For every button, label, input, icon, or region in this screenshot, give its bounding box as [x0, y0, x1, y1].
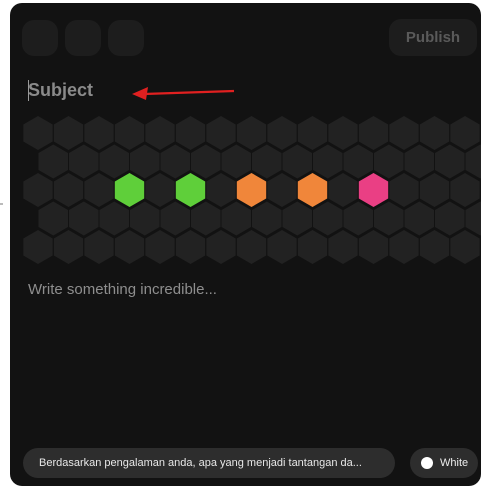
hex-cell[interactable]: [252, 201, 282, 236]
composer-panel: Publish Berdasarkan pengalaman anda, apa…: [10, 3, 481, 486]
hex-cell[interactable]: [450, 116, 480, 150]
hex-cell[interactable]: [69, 144, 99, 179]
hex-cell[interactable]: [267, 116, 297, 150]
hex-cell[interactable]: [450, 173, 480, 207]
hex-cell[interactable]: [267, 173, 297, 207]
hex-cell[interactable]: [23, 230, 53, 264]
hex-cell[interactable]: [145, 116, 175, 150]
hex-cell[interactable]: [38, 144, 69, 179]
hex-cell[interactable]: [343, 201, 374, 236]
hex-cell[interactable]: [374, 144, 404, 179]
hex-cell[interactable]: [435, 201, 465, 236]
hex-cell[interactable]: [313, 144, 343, 179]
hex-cell-highlight[interactable]: [236, 173, 267, 207]
hex-cell[interactable]: [419, 230, 450, 264]
hex-cell[interactable]: [328, 173, 358, 207]
theme-label: White: [440, 457, 469, 469]
hex-cell[interactable]: [84, 116, 114, 150]
hex-cell[interactable]: [53, 230, 84, 264]
hex-cell[interactable]: [236, 116, 267, 150]
hex-cell[interactable]: [236, 230, 267, 264]
hex-cell[interactable]: [23, 173, 53, 207]
hex-color-grid[interactable]: [10, 3, 481, 273]
hex-cell[interactable]: [175, 230, 206, 264]
hex-cell[interactable]: [465, 201, 482, 236]
hex-cell[interactable]: [282, 201, 313, 236]
hex-cell[interactable]: [53, 116, 84, 150]
hex-cell[interactable]: [404, 201, 435, 236]
hex-cell[interactable]: [145, 230, 175, 264]
hex-cell[interactable]: [328, 230, 358, 264]
hex-cell[interactable]: [130, 201, 160, 236]
hex-cell[interactable]: [130, 144, 160, 179]
hex-cell[interactable]: [206, 230, 236, 264]
hex-cell[interactable]: [145, 173, 175, 207]
hex-cell[interactable]: [282, 144, 313, 179]
hex-cell[interactable]: [221, 144, 252, 179]
hex-cell-highlight[interactable]: [358, 173, 389, 207]
hex-cell[interactable]: [419, 116, 450, 150]
hex-cell[interactable]: [160, 201, 191, 236]
hex-cell[interactable]: [267, 230, 297, 264]
hex-cell[interactable]: [99, 201, 130, 236]
hex-cell[interactable]: [450, 230, 480, 264]
edge-mark: [0, 203, 3, 205]
hex-cell[interactable]: [328, 116, 358, 150]
hex-cell[interactable]: [435, 144, 465, 179]
hex-cell-highlight[interactable]: [297, 173, 328, 207]
hex-cell[interactable]: [404, 144, 435, 179]
hex-cell[interactable]: [206, 173, 236, 207]
hex-cell[interactable]: [389, 173, 419, 207]
hex-cell[interactable]: [84, 230, 114, 264]
circle-icon: [421, 457, 433, 469]
hex-cell[interactable]: [221, 201, 252, 236]
hex-cell[interactable]: [389, 230, 419, 264]
hex-cell[interactable]: [252, 144, 282, 179]
hex-cell[interactable]: [465, 144, 482, 179]
theme-toggle-button[interactable]: White: [410, 448, 478, 478]
hex-cell[interactable]: [99, 144, 130, 179]
hex-cell[interactable]: [114, 116, 145, 150]
hex-cell[interactable]: [297, 230, 328, 264]
hex-cell[interactable]: [160, 144, 191, 179]
hex-cell[interactable]: [419, 173, 450, 207]
hex-cell[interactable]: [38, 201, 69, 236]
hex-cell[interactable]: [358, 116, 389, 150]
hex-cell[interactable]: [175, 116, 206, 150]
prompt-suggestion-button[interactable]: Berdasarkan pengalaman anda, apa yang me…: [23, 448, 395, 478]
hex-cell-highlight[interactable]: [175, 173, 206, 207]
hex-cell[interactable]: [313, 201, 343, 236]
hex-cell[interactable]: [53, 173, 84, 207]
hex-cell[interactable]: [206, 116, 236, 150]
body-textarea[interactable]: [28, 281, 458, 421]
hex-cell[interactable]: [358, 230, 389, 264]
hex-cell[interactable]: [389, 116, 419, 150]
hex-cell[interactable]: [84, 173, 114, 207]
hex-cell[interactable]: [191, 201, 221, 236]
hex-cell[interactable]: [343, 144, 374, 179]
hex-cell[interactable]: [374, 201, 404, 236]
hex-cell-highlight[interactable]: [114, 173, 145, 207]
hex-cell[interactable]: [191, 144, 221, 179]
hex-cell[interactable]: [23, 116, 53, 150]
hex-cell[interactable]: [297, 116, 328, 150]
hex-cell[interactable]: [114, 230, 145, 264]
hex-cell[interactable]: [69, 201, 99, 236]
